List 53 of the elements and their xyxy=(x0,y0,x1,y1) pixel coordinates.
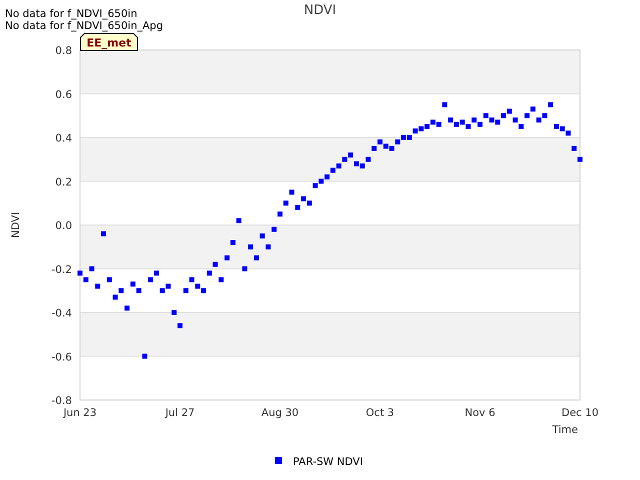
data-point xyxy=(266,244,271,250)
y-tick-label: 0.8 xyxy=(55,45,72,57)
data-point xyxy=(272,226,277,232)
y-tick-label: -0.8 xyxy=(52,395,72,407)
data-point xyxy=(178,323,182,328)
y-tick-label: 0.6 xyxy=(55,88,72,101)
data-point xyxy=(442,102,448,108)
no-data-note: No data for f_NDVI_650in_Apg xyxy=(5,20,163,32)
no-data-note: No data for f_NDVI_650in xyxy=(5,8,138,20)
x-tick-label: Jul 27 xyxy=(165,407,195,419)
data-point xyxy=(236,218,242,224)
x-tick-label: Jun 23 xyxy=(63,407,97,419)
data-point xyxy=(124,306,130,311)
y-tick-label: 0.2 xyxy=(55,176,72,188)
data-point xyxy=(295,205,300,210)
data-point xyxy=(289,190,294,195)
y-axis-label: NDVI xyxy=(10,212,22,238)
data-point xyxy=(142,354,148,359)
data-point xyxy=(206,270,212,276)
station-tag: EE_met xyxy=(80,33,138,51)
data-point xyxy=(548,102,554,108)
data-point xyxy=(106,277,112,282)
data-point xyxy=(248,244,254,250)
data-point xyxy=(101,231,106,236)
x-tick-label: Aug 30 xyxy=(261,407,299,419)
y-tick-label: -0.4 xyxy=(52,308,72,320)
y-tick-label: -0.6 xyxy=(52,351,72,364)
data-point xyxy=(260,233,265,238)
data-point xyxy=(89,266,94,272)
y-tick-label: 0.0 xyxy=(55,220,72,232)
data-point xyxy=(278,212,282,217)
data-point xyxy=(254,255,259,260)
data-point xyxy=(512,118,518,122)
chart-title: NDVI xyxy=(304,3,336,18)
data-point xyxy=(218,277,224,282)
x-tick-label: Oct 3 xyxy=(366,407,394,419)
legend-label: PAR-SW NDVI xyxy=(293,456,363,468)
data-point xyxy=(183,288,188,294)
x-tick-label: Nov 6 xyxy=(464,407,496,419)
data-point xyxy=(212,262,218,267)
data-point xyxy=(95,284,100,289)
data-point xyxy=(518,124,524,130)
data-point xyxy=(172,310,177,315)
x-tick-label: Dec 10 xyxy=(561,407,599,419)
data-point xyxy=(283,200,288,206)
data-point xyxy=(578,156,582,162)
data-point xyxy=(230,240,236,245)
data-point xyxy=(242,266,248,272)
data-point xyxy=(224,255,230,260)
y-tick-label: -0.2 xyxy=(52,264,72,276)
x-axis-label: Time xyxy=(552,424,578,436)
data-point xyxy=(572,146,577,151)
y-tick-label: 0.4 xyxy=(55,132,72,144)
